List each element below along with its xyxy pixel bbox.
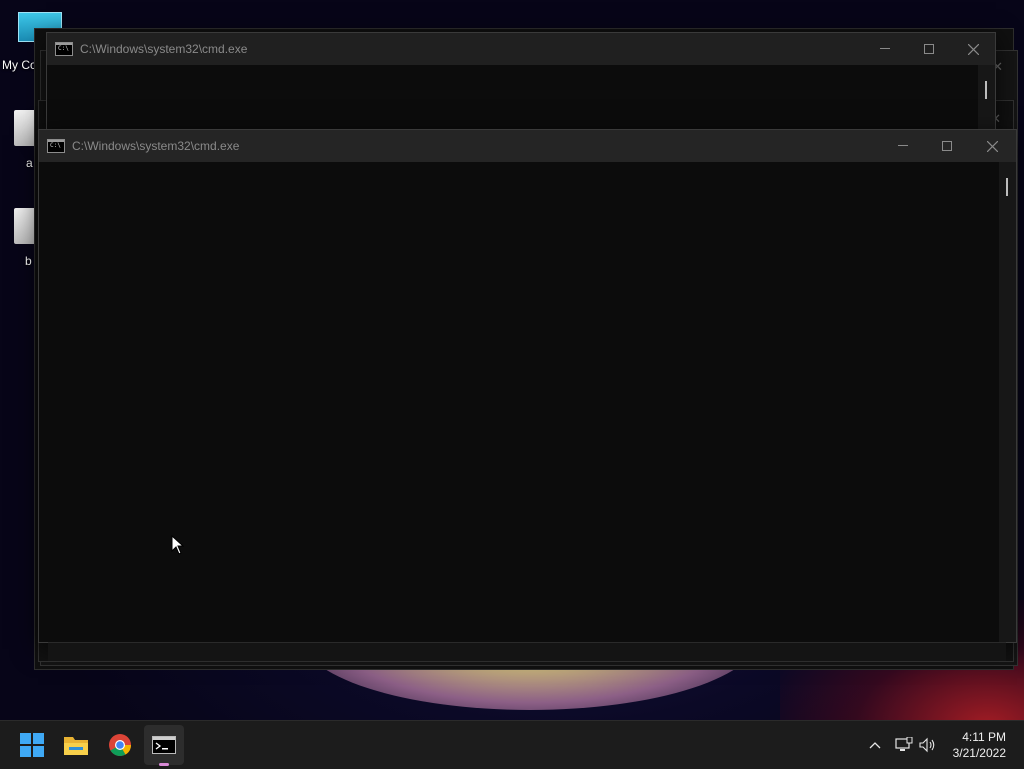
scrollbar-thumb[interactable] xyxy=(1006,178,1008,196)
minimize-button[interactable] xyxy=(863,33,907,65)
scrollbar-thumb[interactable] xyxy=(985,81,987,99)
close-button[interactable] xyxy=(970,130,1014,162)
start-button[interactable] xyxy=(12,725,52,765)
cmd-app-icon: C:\ xyxy=(55,42,73,56)
minimize-button[interactable] xyxy=(881,130,925,162)
window-title-bar[interactable]: C:\ C:\Windows\system32\cmd.exe xyxy=(47,33,995,65)
window-title-bar[interactable]: C:\ C:\Windows\system32\cmd.exe xyxy=(39,130,1016,162)
cmd-app-icon: C:\ xyxy=(47,139,65,153)
volume-button[interactable] xyxy=(916,721,940,769)
command-prompt-taskbar-button[interactable] xyxy=(144,725,184,765)
mouse-cursor-icon xyxy=(171,535,185,555)
vertical-scrollbar[interactable] xyxy=(999,162,1016,642)
chrome-icon xyxy=(109,734,131,756)
maximize-icon xyxy=(942,141,952,151)
active-app-indicator xyxy=(159,763,169,766)
close-icon xyxy=(986,140,998,152)
taskbar: 4:11 PM 3/21/2022 xyxy=(0,720,1024,769)
file-explorer-icon xyxy=(64,737,88,755)
horizontal-scrollbar[interactable] xyxy=(48,642,1006,661)
speaker-icon xyxy=(919,737,935,753)
window-title: C:\Windows\system32\cmd.exe xyxy=(72,139,240,153)
cmd-window-back[interactable]: C:\ C:\Windows\system32\cmd.exe xyxy=(46,32,996,132)
command-prompt-icon xyxy=(152,736,176,754)
start-icon xyxy=(20,733,44,757)
desktop-icon-label: a xyxy=(26,156,33,170)
cmd-window-front[interactable]: C:\ C:\Windows\system32\cmd.exe xyxy=(38,129,1017,643)
maximize-button[interactable] xyxy=(907,33,951,65)
taskbar-clock[interactable]: 4:11 PM 3/21/2022 xyxy=(953,729,1006,761)
chrome-button[interactable] xyxy=(100,725,140,765)
file-explorer-button[interactable] xyxy=(56,725,96,765)
network-button[interactable] xyxy=(892,721,916,769)
clock-time: 4:11 PM xyxy=(962,730,1006,744)
console-output-area[interactable] xyxy=(39,162,999,642)
show-hidden-icons-button[interactable] xyxy=(864,721,886,769)
minimize-icon xyxy=(880,48,890,49)
clock-date: 3/21/2022 xyxy=(952,746,1006,760)
maximize-button[interactable] xyxy=(925,130,969,162)
desktop-icon-label: My Co xyxy=(2,58,37,72)
desktop-icon-label: b xyxy=(25,254,32,268)
close-button[interactable] xyxy=(951,33,995,65)
maximize-icon xyxy=(924,44,934,54)
window-title: C:\Windows\system32\cmd.exe xyxy=(80,42,248,56)
close-icon xyxy=(967,43,979,55)
chevron-up-icon xyxy=(869,742,881,749)
minimize-icon xyxy=(898,145,908,146)
network-icon xyxy=(895,737,913,751)
vertical-scrollbar[interactable] xyxy=(978,65,995,131)
